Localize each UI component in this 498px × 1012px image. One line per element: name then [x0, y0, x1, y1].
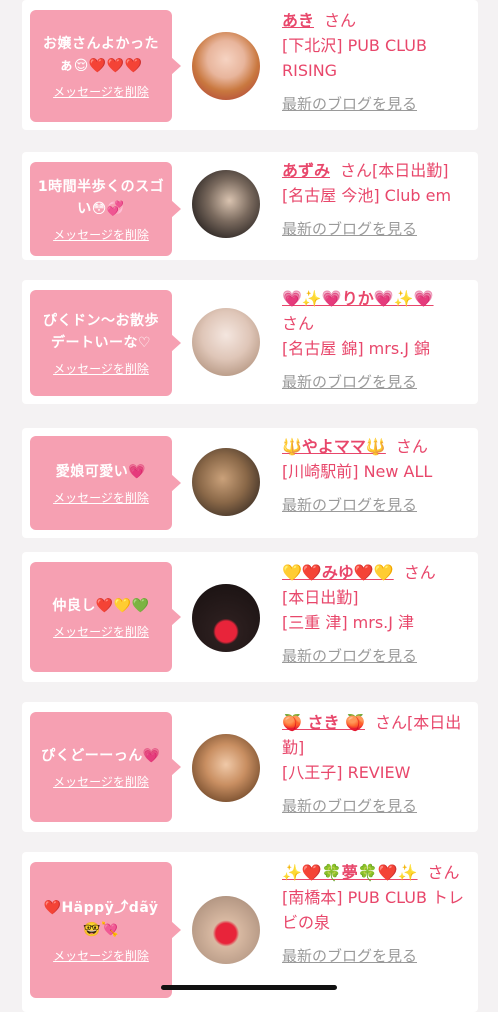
message-text: 仲良し❤️💛💚 — [52, 597, 150, 614]
message-text: 愛娘可愛い💗 — [55, 463, 147, 480]
avatar[interactable] — [192, 896, 260, 964]
honorific: さん — [395, 437, 428, 456]
latest-blog-link[interactable]: 最新のブログを見る — [282, 645, 472, 667]
message-card: ぴくどーーっん💗 メッセージを削除 🍑 さき 🍑 さん[本日出勤] [八王子] R… — [22, 702, 478, 832]
message-card: 仲良し❤️💛💚 メッセージを削除 💛❤️みゆ❤️💛 さん [本日出勤] [三重 津… — [22, 552, 478, 682]
avatar[interactable] — [192, 32, 260, 100]
shop-name: [八王子] REVIEW — [282, 763, 411, 782]
honorific: さん — [282, 314, 315, 333]
user-name-link[interactable]: あずみ — [282, 161, 330, 180]
latest-blog-link[interactable]: 最新のブログを見る — [282, 371, 472, 393]
honorific: さん[本日出勤] — [340, 161, 449, 180]
honorific: さん — [324, 11, 357, 30]
message-text: 1時間半歩くのスゴい😳💞 — [37, 178, 165, 217]
user-name-link[interactable]: 🔱やよママ🔱 — [282, 437, 386, 456]
shop-name: [下北沢] PUB CLUB RISING — [282, 36, 427, 80]
delete-message-link[interactable]: メッセージを削除 — [53, 83, 149, 100]
delete-message-link[interactable]: メッセージを削除 — [53, 773, 149, 790]
message-bubble: ❤️Häppÿ⤴︎dãÿ🤓💘 メッセージを削除 — [30, 862, 181, 998]
delete-message-link[interactable]: メッセージを削除 — [53, 947, 149, 964]
honorific: さん — [427, 863, 460, 882]
message-bubble: 愛娘可愛い💗 メッセージを削除 — [30, 436, 181, 530]
shop-name: [名古屋 今池] Club em — [282, 186, 452, 205]
delete-message-link[interactable]: メッセージを削除 — [53, 226, 149, 243]
message-card: ぴくドン〜お散歩デートいーな♡ メッセージを削除 💗✨💗りか💗✨💗 さん [名古屋… — [22, 280, 478, 404]
latest-blog-link[interactable]: 最新のブログを見る — [282, 93, 472, 115]
latest-blog-link[interactable]: 最新のブログを見る — [282, 945, 472, 967]
message-bubble: ぴくどーーっん💗 メッセージを削除 — [30, 712, 181, 822]
delete-message-link[interactable]: メッセージを削除 — [53, 623, 149, 640]
message-card: 愛娘可愛い💗 メッセージを削除 🔱やよママ🔱 さん [川崎駅前] New ALL … — [22, 428, 478, 538]
message-bubble: お嬢さんよかったぁ😌❤️❤️❤️ メッセージを削除 — [30, 10, 181, 122]
avatar[interactable] — [192, 308, 260, 376]
latest-blog-link[interactable]: 最新のブログを見る — [282, 795, 472, 817]
user-name-link[interactable]: ✨❤️🍀夢🍀❤️✨ — [282, 863, 418, 882]
shop-name: [川崎駅前] New ALL — [282, 462, 433, 481]
message-text: ❤️Häppÿ⤴︎dãÿ🤓💘 — [43, 899, 159, 938]
user-name-link[interactable]: 💛❤️みゆ❤️💛 — [282, 563, 394, 582]
message-text: ぴくどーーっん💗 — [41, 747, 161, 764]
message-bubble: 1時間半歩くのスゴい😳💞 メッセージを削除 — [30, 162, 181, 256]
delete-message-link[interactable]: メッセージを削除 — [53, 489, 149, 506]
delete-message-link[interactable]: メッセージを削除 — [53, 360, 149, 377]
shop-name: [本日出勤] [三重 津] mrs.J 津 — [282, 588, 415, 632]
user-name-link[interactable]: 🍑 さき 🍑 — [282, 713, 365, 732]
message-text: お嬢さんよかったぁ😌❤️❤️❤️ — [43, 35, 159, 74]
honorific: さん — [403, 563, 436, 582]
user-name-link[interactable]: 💗✨💗りか💗✨💗 — [282, 289, 434, 308]
user-name-link[interactable]: あき — [282, 11, 314, 30]
avatar[interactable] — [192, 734, 260, 802]
avatar[interactable] — [192, 448, 260, 516]
message-card: 1時間半歩くのスゴい😳💞 メッセージを削除 あずみ さん[本日出勤] [名古屋 今… — [22, 152, 478, 260]
latest-blog-link[interactable]: 最新のブログを見る — [282, 218, 472, 240]
home-indicator[interactable] — [161, 985, 337, 990]
shop-name: [南橋本] PUB CLUB トレビの泉 — [282, 888, 465, 932]
message-bubble: ぴくドン〜お散歩デートいーな♡ メッセージを削除 — [30, 290, 181, 396]
message-text: ぴくドン〜お散歩デートいーな♡ — [43, 312, 159, 351]
message-card: お嬢さんよかったぁ😌❤️❤️❤️ メッセージを削除 あき さん [下北沢] PUB… — [22, 0, 478, 130]
avatar[interactable] — [192, 170, 260, 238]
shop-name: [名古屋 錦] mrs.J 錦 — [282, 339, 431, 358]
latest-blog-link[interactable]: 最新のブログを見る — [282, 494, 472, 516]
message-bubble: 仲良し❤️💛💚 メッセージを削除 — [30, 562, 181, 672]
avatar[interactable] — [192, 584, 260, 652]
